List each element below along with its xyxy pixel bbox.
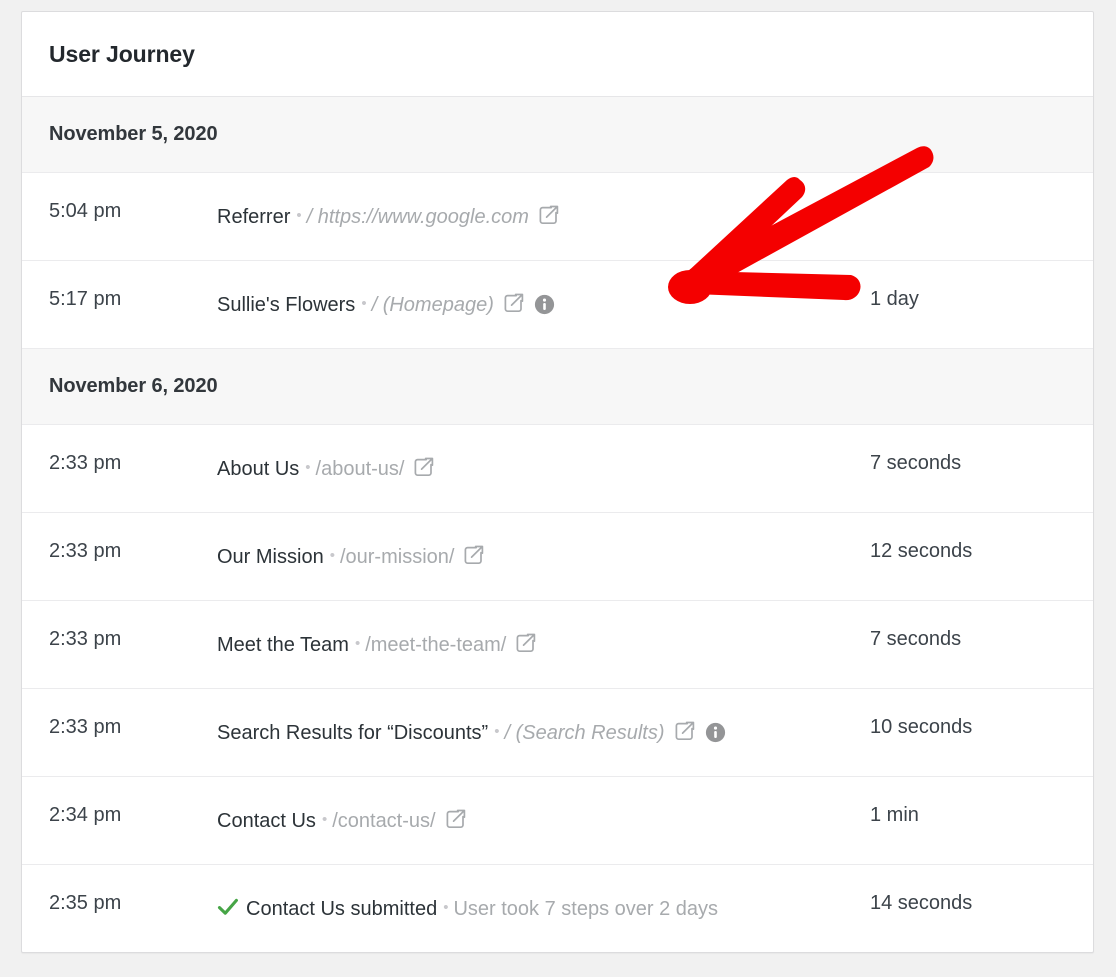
journey-row-page-title[interactable]: Contact Us submitted: [246, 898, 437, 920]
journey-row-page-title[interactable]: About Us: [217, 458, 299, 480]
journey-list: November 5, 2020 5:04 pm Referrer • / https:…: [22, 97, 1093, 952]
journey-row: 2:35 pm Contact Us submitted • User took 7 …: [22, 865, 1093, 952]
journey-row: 2:34 pm Contact Us •/contact-us/1 min: [22, 777, 1093, 865]
journey-row-duration: 12 seconds: [870, 540, 973, 562]
journey-row-detail: About Us •/about-us/: [217, 449, 870, 488]
journey-row-time: 2:34 pm: [49, 804, 122, 826]
journey-row-time: 2:33 pm: [49, 716, 122, 738]
date-group-label: November 5, 2020: [49, 123, 218, 145]
journey-row-url: / (Search Results): [504, 722, 665, 744]
journey-row-detail: Meet the Team •/meet-the-team/: [217, 625, 870, 664]
journey-row-note: User took 7 steps over 2 days: [453, 898, 719, 920]
external-link-icon[interactable]: [538, 204, 560, 226]
journey-row-page-title[interactable]: Meet the Team: [217, 634, 349, 656]
date-group-header: November 6, 2020: [22, 349, 1093, 425]
external-link-icon[interactable]: [445, 808, 467, 830]
separator-dot: •: [305, 459, 311, 476]
journey-row: 5:17 pm Sullie's Flowers • / (Homepage) 1 da…: [22, 261, 1093, 349]
journey-row-detail: Contact Us •/contact-us/: [217, 801, 870, 840]
journey-row-page-title[interactable]: Our Mission: [217, 546, 324, 568]
separator-dot: •: [296, 207, 302, 224]
journey-row-page-title[interactable]: Contact Us: [217, 810, 316, 832]
journey-row-detail: Our Mission •/our-mission/: [217, 537, 870, 576]
journey-row-time: 2:35 pm: [49, 892, 122, 914]
journey-row-url: / https://www.google.com: [306, 206, 529, 228]
journey-row-time: 5:17 pm: [49, 288, 122, 310]
external-link-icon[interactable]: [413, 456, 435, 478]
user-journey-card: User Journey November 5, 2020 5:04 pm Refe…: [21, 11, 1094, 953]
journey-row-url: /meet-the-team/: [365, 634, 507, 656]
journey-row-detail: Referrer • / https://www.google.com: [217, 197, 870, 236]
journey-row: 5:04 pm Referrer • / https://www.google.com: [22, 173, 1093, 261]
separator-dot: •: [329, 547, 335, 564]
journey-row-duration: 10 seconds: [870, 716, 973, 738]
journey-row-duration: 1 min: [870, 804, 919, 826]
external-link-icon[interactable]: [515, 632, 537, 654]
journey-row-page-title[interactable]: Search Results for “Discounts”: [217, 722, 488, 744]
separator-dot: •: [443, 899, 449, 916]
journey-row-url: /our-mission/: [339, 546, 455, 568]
journey-row-duration: 7 seconds: [870, 628, 962, 650]
journey-row-duration: 1 day: [870, 288, 919, 310]
info-icon[interactable]: [534, 294, 555, 315]
journey-row-detail: Search Results for “Discounts” • / (Search…: [217, 713, 870, 752]
journey-row-detail: Contact Us submitted • User took 7 steps o…: [217, 889, 870, 928]
journey-row: 2:33 pm Search Results for “Discounts” • / …: [22, 689, 1093, 777]
journey-row-time: 2:33 pm: [49, 452, 122, 474]
date-group-label: November 6, 2020: [49, 375, 218, 397]
external-link-icon[interactable]: [463, 544, 485, 566]
journey-row-duration: 14 seconds: [870, 892, 973, 914]
info-icon[interactable]: [705, 722, 726, 743]
journey-row-duration: 7 seconds: [870, 452, 962, 474]
external-link-icon[interactable]: [503, 292, 525, 314]
journey-row-url: /about-us/: [315, 458, 405, 480]
check-icon: [217, 897, 239, 917]
journey-row-page-title[interactable]: Sullie's Flowers: [217, 294, 355, 316]
journey-row-page-title[interactable]: Referrer: [217, 206, 290, 228]
journey-row: 2:33 pm About Us •/about-us/7 seconds: [22, 425, 1093, 513]
external-link-icon[interactable]: [674, 720, 696, 742]
journey-row-detail: Sullie's Flowers • / (Homepage): [217, 285, 870, 324]
date-group-header: November 5, 2020: [22, 97, 1093, 173]
journey-row-time: 2:33 pm: [49, 628, 122, 650]
separator-dot: •: [354, 635, 361, 652]
page-title: User Journey: [49, 40, 195, 67]
separator-dot: •: [361, 295, 367, 312]
page-root: User Journey November 5, 2020 5:04 pm Refe…: [0, 0, 1116, 977]
journey-row-url: / (Homepage): [371, 294, 494, 316]
journey-row: 2:33 pm Our Mission •/our-mission/12 secon…: [22, 513, 1093, 601]
journey-row: 2:33 pm Meet the Team •/meet-the-team/7 se…: [22, 601, 1093, 689]
card-header: User Journey: [22, 12, 1093, 97]
separator-dot: •: [494, 723, 500, 740]
journey-row-time: 2:33 pm: [49, 540, 122, 562]
separator-dot: •: [321, 811, 328, 828]
journey-row-time: 5:04 pm: [49, 200, 122, 222]
journey-row-url: /contact-us/: [332, 810, 436, 832]
